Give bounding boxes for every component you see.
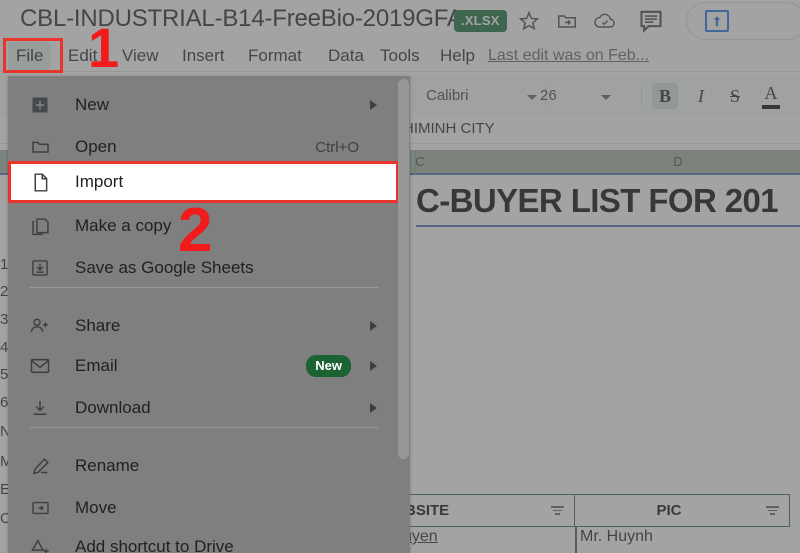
formula-bar-value: HIMINH CITY xyxy=(403,120,495,137)
italic-button[interactable]: I xyxy=(688,83,714,109)
file-menu-item-rename-label: Rename xyxy=(75,456,140,475)
document-title[interactable]: CBL-INDUSTRIAL-B14-FreeBio-2019GFA... xyxy=(20,5,482,33)
file-menu-scrollbar[interactable] xyxy=(398,79,409,459)
cloud-saved-icon[interactable] xyxy=(592,8,618,34)
menu-item-view[interactable]: View xyxy=(114,42,167,70)
strikethrough-button[interactable]: S xyxy=(722,83,748,109)
file-menu-item-open-shortcut: Ctrl+O xyxy=(315,138,359,156)
file-menu-item-download[interactable]: Download xyxy=(8,387,399,429)
file-menu-item-download-label: Download xyxy=(75,398,151,417)
title-bar: CBL-INDUSTRIAL-B14-FreeBio-2019GFA... .X… xyxy=(0,0,800,40)
submenu-arrow-icon xyxy=(370,321,377,331)
comment-icon[interactable] xyxy=(636,6,666,36)
table-header-pic-label: PIC xyxy=(656,502,682,519)
menu-item-tools[interactable]: Tools xyxy=(372,42,428,70)
file-menu-item-email-new-badge: New xyxy=(306,355,351,377)
table-header-website-label: BSITE xyxy=(405,502,450,519)
text-color-swatch xyxy=(762,105,780,109)
table-header-website[interactable]: BSITE xyxy=(403,494,575,527)
file-menu-item-rename[interactable]: Rename xyxy=(8,445,399,487)
table-row-pic-cell[interactable]: Mr. Huynh xyxy=(580,528,795,553)
file-menu-item-saveasgs-label: Save as Google Sheets xyxy=(75,258,254,277)
file-menu-item-addshortcut[interactable]: Add shortcut to Drive xyxy=(8,526,399,553)
table-column-divider xyxy=(575,527,577,553)
font-family-chevron-down-icon[interactable] xyxy=(527,95,537,100)
filter-icon[interactable] xyxy=(548,506,566,515)
file-menu-item-import[interactable]: Import xyxy=(8,161,399,203)
share-upload-icon xyxy=(705,10,729,32)
table-cell-pic: Mr. Huynh xyxy=(580,528,653,545)
menu-item-insert[interactable]: Insert xyxy=(174,42,233,70)
download-icon xyxy=(29,397,51,419)
menu-item-help[interactable]: Help xyxy=(432,42,483,70)
file-menu-item-share-label: Share xyxy=(75,316,121,335)
file-menu-item-new-label: New xyxy=(75,95,110,114)
menu-item-file[interactable]: File xyxy=(8,42,52,70)
font-size-selector[interactable]: 26 xyxy=(540,87,557,104)
file-menu-separator xyxy=(30,287,378,288)
document-icon xyxy=(29,171,51,193)
save-download-icon xyxy=(29,257,51,279)
file-menu-item-share[interactable]: Share xyxy=(8,305,399,347)
file-menu-item-email[interactable]: Email New xyxy=(8,345,399,387)
file-format-badge: .XLSX xyxy=(454,10,507,32)
drive-shortcut-icon xyxy=(29,536,51,553)
toolbar-divider-2 xyxy=(641,85,642,107)
font-family-selector[interactable]: Calibri xyxy=(426,87,469,104)
move-folder-icon xyxy=(29,497,51,519)
column-divider xyxy=(415,150,416,175)
file-menu-item-saveasgs[interactable]: Save as Google Sheets xyxy=(8,247,399,289)
menu-item-format[interactable]: Format xyxy=(240,42,310,70)
move-to-folder-icon[interactable] xyxy=(554,8,580,34)
new-file-icon xyxy=(29,94,51,116)
file-menu-separator xyxy=(30,427,378,428)
file-menu-item-move[interactable]: Move xyxy=(8,487,399,529)
envelope-icon xyxy=(29,355,51,377)
share-button[interactable] xyxy=(686,2,800,40)
pencil-icon xyxy=(29,455,51,477)
bold-button[interactable]: B xyxy=(652,83,678,109)
folder-open-icon xyxy=(29,136,51,158)
sheet-title-cell[interactable]: C-BUYER LIST FOR 201 xyxy=(416,177,800,227)
menubar-divider xyxy=(0,71,800,72)
text-color-button[interactable]: A xyxy=(758,83,784,109)
submenu-arrow-icon xyxy=(370,403,377,413)
submenu-arrow-icon xyxy=(370,100,377,110)
file-menu-item-new[interactable]: New xyxy=(8,84,399,126)
google-sheets-window: CBL-INDUSTRIAL-B14-FreeBio-2019GFA... .X… xyxy=(0,0,800,553)
file-menu-item-email-label: Email xyxy=(75,356,118,375)
menu-item-edit[interactable]: Edit xyxy=(60,42,105,70)
file-menu-dropdown: New Open Ctrl+O Import Make a copy Save as Go… xyxy=(8,76,410,553)
submenu-arrow-icon xyxy=(370,361,377,371)
person-add-icon xyxy=(29,315,51,337)
file-menu-item-move-label: Move xyxy=(75,498,117,517)
file-menu-item-addshortcut-label: Add shortcut to Drive xyxy=(75,537,234,553)
sheet-title-text: C-BUYER LIST FOR 201 xyxy=(416,182,779,219)
table-header-pic[interactable]: PIC xyxy=(575,494,790,527)
star-icon[interactable] xyxy=(516,8,542,34)
menu-bar: File Edit View Insert Format Data Tools … xyxy=(0,40,800,72)
menu-item-data[interactable]: Data xyxy=(320,42,372,70)
file-menu-item-makecopy[interactable]: Make a copy xyxy=(8,205,399,247)
font-size-chevron-down-icon[interactable] xyxy=(601,95,611,100)
text-color-letter: A xyxy=(764,83,778,103)
filter-icon-pic[interactable] xyxy=(763,506,781,515)
column-header-d[interactable]: D xyxy=(648,154,708,169)
last-edit-link[interactable]: Last edit was on Feb... xyxy=(488,42,649,70)
table-row-website-cell[interactable]: uyen xyxy=(403,528,575,553)
file-menu-item-import-label: Import xyxy=(75,172,124,191)
file-menu-item-open-label: Open xyxy=(75,137,117,156)
file-menu-item-makecopy-label: Make a copy xyxy=(75,216,172,235)
copy-icon xyxy=(29,215,51,237)
